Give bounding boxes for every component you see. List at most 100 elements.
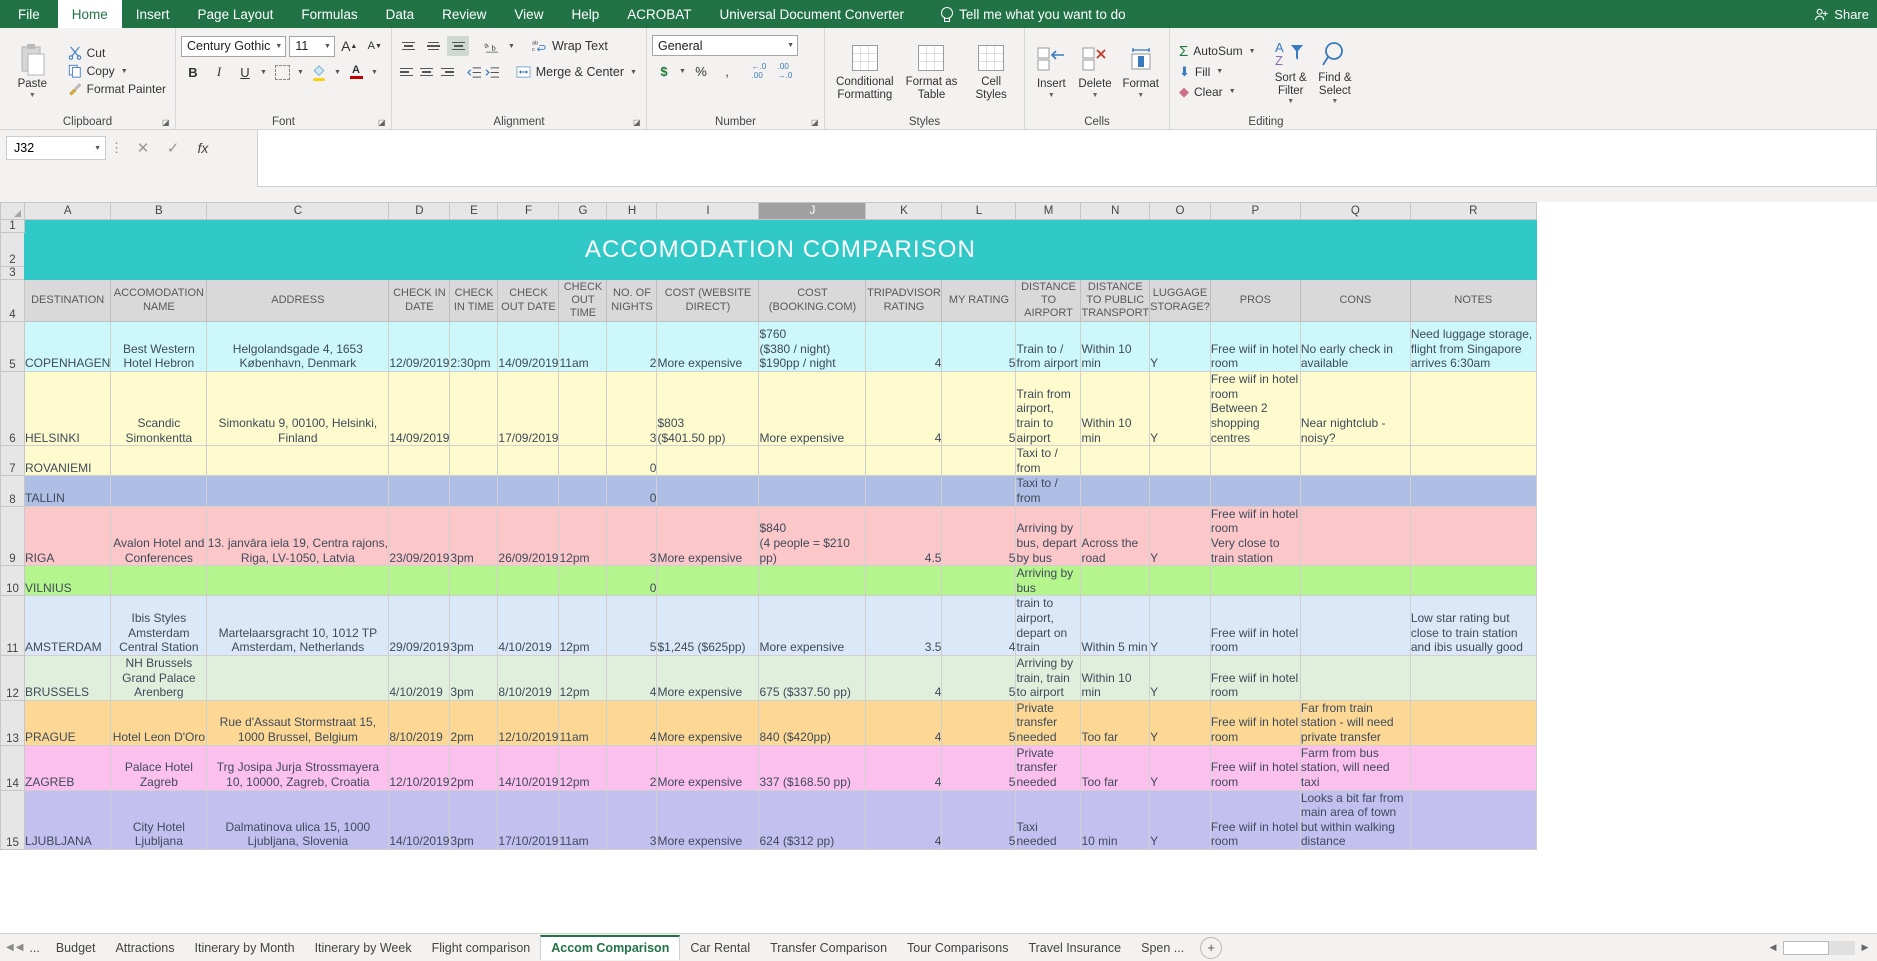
cell-cost_direct[interactable]	[657, 566, 759, 596]
table-header-pros[interactable]: PROS	[1210, 280, 1300, 322]
cell-address[interactable]	[207, 655, 389, 700]
cell-destination[interactable]: COPENHAGEN	[25, 322, 111, 372]
align-middle-button[interactable]	[422, 36, 444, 56]
borders-button[interactable]	[270, 61, 294, 83]
cell-checkin_time[interactable]: 3pm	[450, 790, 498, 850]
cell-my_rating[interactable]: 5	[942, 745, 1016, 790]
cell-dist_transport[interactable]: Within 10 min	[1081, 372, 1150, 446]
ribbon-tab-insert[interactable]: Insert	[122, 0, 184, 28]
bold-button[interactable]: B	[181, 61, 205, 83]
cell-styles-button[interactable]: Cell Styles	[965, 31, 1017, 111]
column-header-F[interactable]: F	[498, 203, 559, 220]
cell-cost_direct[interactable]: More expensive	[657, 700, 759, 745]
cell-my_rating[interactable]: 5	[942, 322, 1016, 372]
autosum-button[interactable]: Σ AutoSum ▼	[1175, 42, 1261, 61]
ribbon-tab-file[interactable]: File	[0, 0, 58, 28]
table-header-cost_direct[interactable]: COST (WEBSITE DIRECT)	[657, 280, 759, 322]
cell-cons[interactable]	[1300, 566, 1410, 596]
cell-tripadvisor[interactable]: 4	[866, 322, 942, 372]
cell-address[interactable]: Simonkatu 9, 00100, Helsinki, Finland	[207, 372, 389, 446]
cell-checkin_date[interactable]	[389, 476, 450, 506]
row-header-4[interactable]: 4	[1, 280, 25, 322]
cell-pros[interactable]: Free wiif in hotel roomVery close to tra…	[1210, 506, 1300, 566]
cell-my_rating[interactable]: 5	[942, 790, 1016, 850]
cell-nights[interactable]: 3	[607, 372, 657, 446]
cell-checkin_time[interactable]	[450, 446, 498, 476]
table-header-tripadvisor[interactable]: TRIPADVISOR RATING	[866, 280, 942, 322]
cell-notes[interactable]	[1410, 372, 1536, 446]
cell-destination[interactable]: RIGA	[25, 506, 111, 566]
enter-formula-button[interactable]: ✓	[158, 135, 188, 161]
cell-destination[interactable]: HELSINKI	[25, 372, 111, 446]
cell-tripadvisor[interactable]: 4	[866, 745, 942, 790]
table-row[interactable]: 6HELSINKIScandic SimonkenttaSimonkatu 9,…	[1, 372, 1537, 446]
cell-checkout_time[interactable]: 11am	[559, 700, 607, 745]
table-header-dist_transport[interactable]: DISTANCE TO PUBLIC TRANSPORT	[1081, 280, 1150, 322]
cell-checkout_time[interactable]	[559, 476, 607, 506]
cell-luggage[interactable]	[1150, 566, 1211, 596]
cell-my_rating[interactable]	[942, 566, 1016, 596]
cell-checkin_time[interactable]: 3pm	[450, 596, 498, 656]
table-header-checkout_time[interactable]: CHECK OUT TIME	[559, 280, 607, 322]
align-top-button[interactable]	[397, 36, 419, 56]
cell-checkin_time[interactable]: 3pm	[450, 655, 498, 700]
delete-caret-icon[interactable]: ▼	[1092, 92, 1099, 99]
merge-center-button[interactable]: Merge & Center ▼	[513, 63, 641, 81]
cell-dist_transport[interactable]: Too far	[1081, 745, 1150, 790]
sheet-tab-transfer-comparison[interactable]: Transfer Comparison	[760, 935, 897, 960]
row-header-2[interactable]: 2	[1, 233, 25, 267]
cell-nights[interactable]: 4	[607, 655, 657, 700]
cell-checkin_date[interactable]: 8/10/2019	[389, 700, 450, 745]
cell-tripadvisor[interactable]	[866, 476, 942, 506]
column-header-D[interactable]: D	[389, 203, 450, 220]
share-button[interactable]: Share	[1814, 0, 1869, 28]
cell-luggage[interactable]: Y	[1150, 790, 1211, 850]
cut-button[interactable]: Cut	[64, 45, 170, 61]
cell-nights[interactable]: 2	[607, 322, 657, 372]
ribbon-tab-udc[interactable]: Universal Document Converter	[705, 0, 918, 28]
cell-address[interactable]	[207, 446, 389, 476]
fill-caret-icon[interactable]: ▼	[1215, 68, 1224, 75]
merge-center-caret-icon[interactable]: ▼	[629, 69, 638, 76]
column-header-O[interactable]: O	[1150, 203, 1211, 220]
cell-notes[interactable]	[1410, 506, 1536, 566]
cell-name[interactable]	[111, 476, 207, 506]
table-header-destination[interactable]: DESTINATION	[25, 280, 111, 322]
cell-checkout_time[interactable]: 11am	[559, 790, 607, 850]
cell-my_rating[interactable]	[942, 446, 1016, 476]
hscroll-thumb[interactable]	[1783, 941, 1829, 955]
column-header-Q[interactable]: Q	[1300, 203, 1410, 220]
table-row[interactable]: 11AMSTERDAMIbis Styles Amsterdam Central…	[1, 596, 1537, 656]
row-header-3[interactable]: 3	[1, 267, 25, 280]
cell-cost_direct[interactable]: More expensive	[657, 506, 759, 566]
cell-cost_direct[interactable]	[657, 446, 759, 476]
cell-cons[interactable]	[1300, 506, 1410, 566]
cell-pros[interactable]	[1210, 566, 1300, 596]
ribbon-tab-review[interactable]: Review	[428, 0, 500, 28]
cell-cost_direct[interactable]: More expensive	[657, 790, 759, 850]
cell-name[interactable]: Scandic Simonkentta	[111, 372, 207, 446]
cell-name[interactable]: City Hotel Ljubljana	[111, 790, 207, 850]
cell-checkout_time[interactable]	[559, 446, 607, 476]
sheet-tab-accom-comparison[interactable]: Accom Comparison	[540, 935, 680, 960]
underline-caret-icon[interactable]: ▼	[259, 69, 268, 76]
underline-button[interactable]: U	[233, 61, 257, 83]
cell-checkout_date[interactable]: 17/10/2019	[498, 790, 559, 850]
cell-checkout_time[interactable]: 11am	[559, 322, 607, 372]
align-left-button[interactable]	[397, 62, 416, 82]
cell-name[interactable]: Ibis Styles Amsterdam Central Station	[111, 596, 207, 656]
prev-sheet-icon[interactable]: ◀	[16, 942, 24, 953]
cell-nights[interactable]: 0	[607, 476, 657, 506]
cell-luggage[interactable]: Y	[1150, 655, 1211, 700]
cell-tripadvisor[interactable]: 4	[866, 790, 942, 850]
ribbon-tab-acrobat[interactable]: ACROBAT	[613, 0, 705, 28]
cell-checkout_time[interactable]: 12pm	[559, 596, 607, 656]
cell-checkout_date[interactable]: 12/10/2019	[498, 700, 559, 745]
cell-cost_booking[interactable]: More expensive	[759, 372, 866, 446]
cell-checkin_date[interactable]: 14/10/2019	[389, 790, 450, 850]
row-header-14[interactable]: 14	[1, 745, 25, 790]
cell-nights[interactable]: 5	[607, 596, 657, 656]
align-center-button[interactable]	[418, 62, 437, 82]
fill-button[interactable]: ⬇ Fill ▼	[1175, 63, 1261, 81]
sheet-tab-flight-comparison[interactable]: Flight comparison	[422, 935, 541, 960]
